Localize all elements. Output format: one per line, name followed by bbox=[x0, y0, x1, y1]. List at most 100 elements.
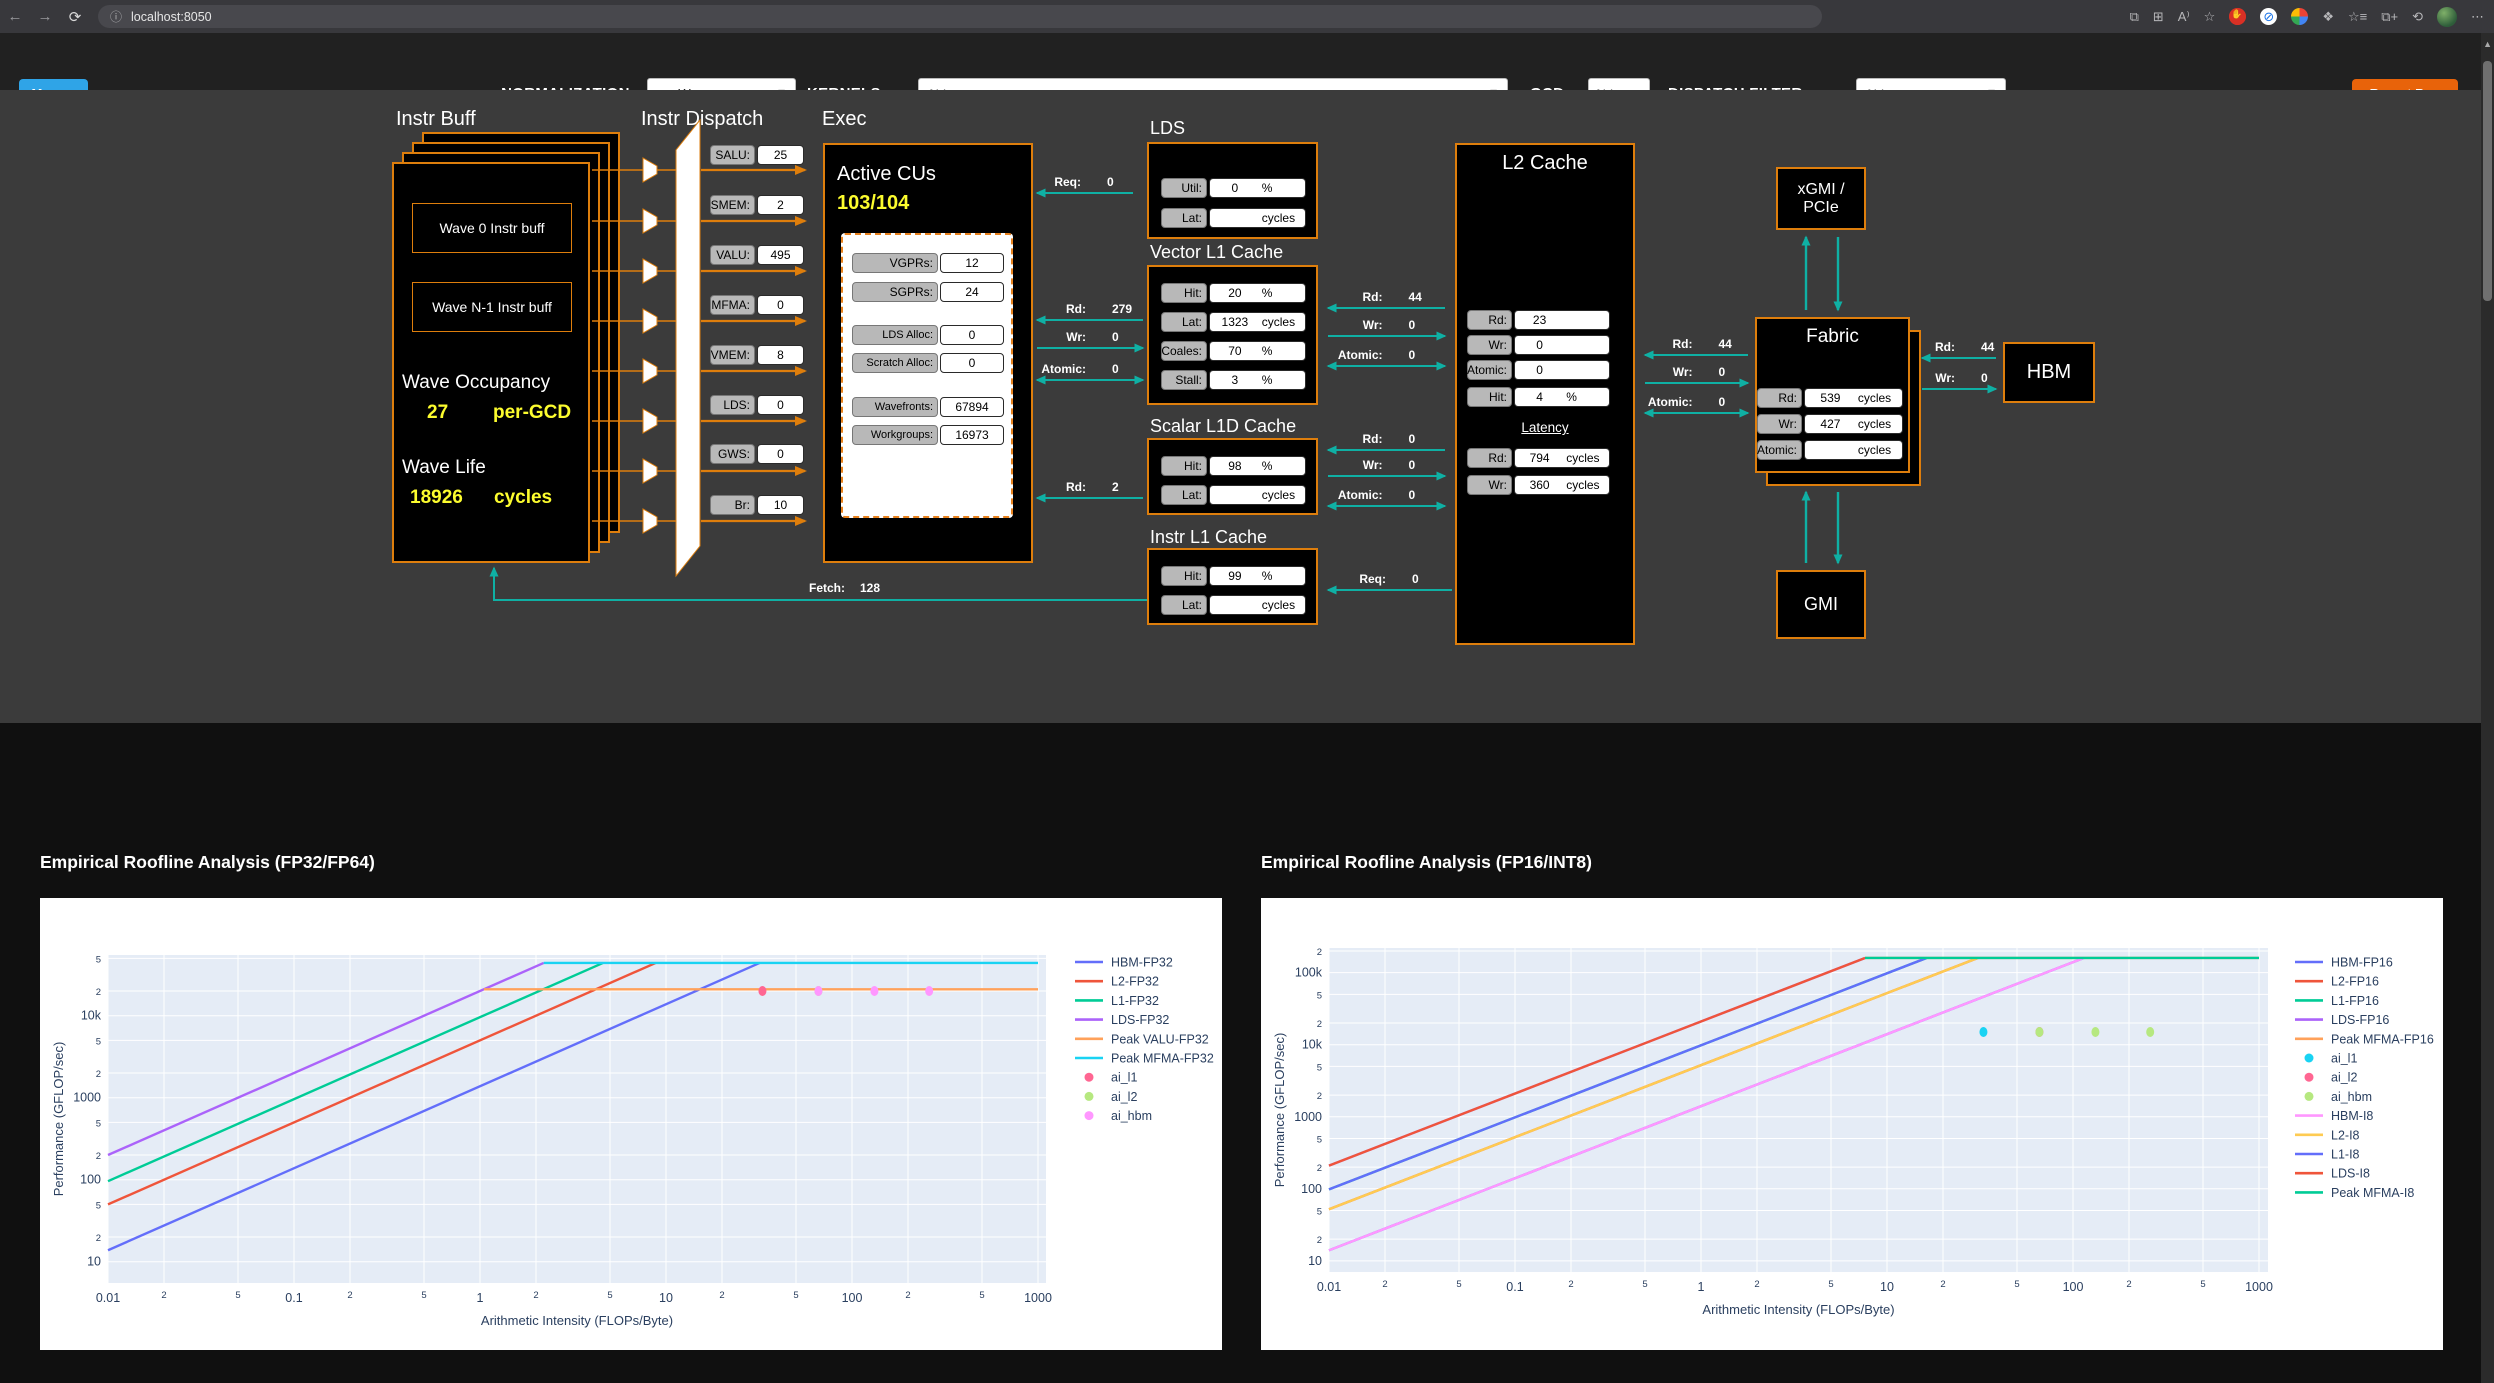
legend-item-L1-FP32[interactable]: L1-FP32 bbox=[1075, 994, 1159, 1008]
counter-label: SGPRs: bbox=[852, 282, 938, 302]
data-point-ai_hbm[interactable] bbox=[2091, 1027, 2099, 1037]
flow-label: 0 bbox=[1409, 488, 1416, 502]
counter-label: GWS: bbox=[710, 444, 755, 464]
legend-item-L1-FP16[interactable]: L1-FP16 bbox=[2295, 994, 2379, 1008]
wave-occupancy-unit: per-GCD bbox=[493, 402, 571, 424]
legend-item-Peak VALU-FP32[interactable]: Peak VALU-FP32 bbox=[1075, 1032, 1209, 1046]
counter-value: 20% bbox=[1209, 283, 1306, 303]
counter-row: Scratch Alloc:0 bbox=[852, 353, 1004, 373]
legend-item-Peak MFMA-FP32[interactable]: Peak MFMA-FP32 bbox=[1075, 1052, 1214, 1066]
svg-text:HBM-I8: HBM-I8 bbox=[2331, 1109, 2373, 1123]
counter-label: Wr: bbox=[1467, 475, 1512, 495]
legend-item-ai_l2[interactable]: ai_l2 bbox=[1085, 1090, 1138, 1104]
counter-value: cycles bbox=[1804, 440, 1903, 460]
legend-item-L1-I8[interactable]: L1-I8 bbox=[2295, 1148, 2360, 1162]
x-tick-label: 5 bbox=[793, 1290, 798, 1301]
counter-value: 794cycles bbox=[1514, 448, 1610, 468]
legend-item-HBM-I8[interactable]: HBM-I8 bbox=[2295, 1109, 2373, 1123]
counter-label: Atomic: bbox=[1467, 360, 1512, 380]
y-tick-label: 10 bbox=[1308, 1254, 1322, 1268]
y-tick-label: 2 bbox=[1317, 1163, 1322, 1174]
svg-text:LDS-FP32: LDS-FP32 bbox=[1111, 1013, 1169, 1027]
counter-value: 12 bbox=[940, 253, 1004, 273]
counter-row: Hit:4% bbox=[1467, 387, 1610, 407]
roofline-fp16-chart[interactable]: 0.01250.12512510251002510001025100251000… bbox=[1261, 898, 2443, 1350]
flow-label: Fetch: bbox=[809, 581, 845, 595]
flow-label: 0 bbox=[1107, 175, 1114, 189]
legend-item-ai_l1[interactable]: ai_l1 bbox=[1085, 1071, 1138, 1085]
data-point-ai_hbm[interactable] bbox=[814, 986, 822, 996]
data-point-ai_hbm[interactable] bbox=[925, 986, 933, 996]
counter-value: 0 bbox=[757, 295, 804, 315]
y-tick-label: 5 bbox=[96, 1200, 101, 1211]
y-tick-label: 1000 bbox=[73, 1091, 101, 1105]
legend-item-L2-FP16[interactable]: L2-FP16 bbox=[2295, 975, 2379, 989]
counter-value: 0 bbox=[1514, 335, 1610, 355]
data-point-ai_hbm[interactable] bbox=[2035, 1027, 2043, 1037]
scrollbar-thumb[interactable] bbox=[2483, 61, 2492, 301]
counter-row: Br:10 bbox=[710, 495, 804, 515]
y-tick-label: 10 bbox=[87, 1255, 101, 1269]
flow-label: Rd: bbox=[1066, 480, 1086, 494]
legend-item-L2-FP32[interactable]: L2-FP32 bbox=[1075, 975, 1159, 989]
data-point-ai_l1[interactable] bbox=[1979, 1027, 1987, 1037]
x-tick-label: 10 bbox=[659, 1291, 673, 1305]
counter-row: MFMA:0 bbox=[710, 295, 804, 315]
svg-text:L2-FP16: L2-FP16 bbox=[2331, 975, 2379, 989]
legend-item-Peak MFMA-FP16[interactable]: Peak MFMA-FP16 bbox=[2295, 1032, 2434, 1046]
hbm-block: HBM bbox=[2003, 342, 2095, 403]
legend-item-ai_hbm[interactable]: ai_hbm bbox=[1085, 1109, 1153, 1123]
flow-label: Rd: bbox=[1935, 340, 1955, 354]
legend-item-ai_hbm[interactable]: ai_hbm bbox=[2305, 1090, 2373, 1104]
svg-text:Peak MFMA-I8: Peak MFMA-I8 bbox=[2331, 1186, 2414, 1200]
svg-text:ai_hbm: ai_hbm bbox=[1111, 1109, 1152, 1123]
y-tick-label: 100k bbox=[1295, 966, 1323, 980]
data-point-ai_hbm[interactable] bbox=[870, 986, 878, 996]
legend-item-Peak MFMA-I8[interactable]: Peak MFMA-I8 bbox=[2295, 1186, 2414, 1200]
flow-label: Atomic: bbox=[1648, 395, 1693, 409]
y-tick-label: 10k bbox=[81, 1009, 102, 1023]
y-tick-label: 5 bbox=[1317, 990, 1322, 1001]
x-tick-label: 5 bbox=[421, 1290, 426, 1301]
flow-label: Atomic: bbox=[1338, 348, 1383, 362]
counter-value: 70% bbox=[1209, 341, 1306, 361]
data-point-ai_l1[interactable] bbox=[758, 986, 766, 996]
counter-label: LDS Alloc: bbox=[852, 325, 938, 345]
l2-latency-header: Latency bbox=[1455, 420, 1635, 435]
x-tick-label: 1000 bbox=[1024, 1291, 1052, 1305]
instr-l1-title: Instr L1 Cache bbox=[1150, 527, 1267, 548]
counter-row: Coales:70% bbox=[1161, 341, 1306, 361]
y-tick-label: 2 bbox=[96, 1151, 101, 1162]
x-axis-title: Arithmetic Intensity (FLOPs/Byte) bbox=[1702, 1302, 1894, 1317]
gmi-block: GMI bbox=[1776, 570, 1866, 639]
counter-label: Util: bbox=[1161, 178, 1207, 198]
legend-item-LDS-FP16[interactable]: LDS-FP16 bbox=[2295, 1013, 2389, 1027]
x-tick-label: 5 bbox=[1456, 1279, 1461, 1290]
flow-label: 0 bbox=[1409, 458, 1416, 472]
wave-occupancy-label: Wave Occupancy bbox=[402, 372, 550, 394]
svg-text:Peak MFMA-FP16: Peak MFMA-FP16 bbox=[2331, 1032, 2434, 1046]
x-tick-label: 0.01 bbox=[1317, 1280, 1341, 1294]
x-tick-label: 2 bbox=[1382, 1279, 1387, 1290]
counter-label: Rd: bbox=[1467, 310, 1512, 330]
vector-l1-title: Vector L1 Cache bbox=[1150, 242, 1283, 263]
counter-label: Stall: bbox=[1161, 370, 1207, 390]
legend-item-HBM-FP32[interactable]: HBM-FP32 bbox=[1075, 956, 1173, 970]
x-tick-label: 1 bbox=[477, 1291, 484, 1305]
counter-value: 2 bbox=[757, 195, 804, 215]
roofline-fp32-chart[interactable]: 0.01250.12512510251002510001025100251000… bbox=[40, 898, 1222, 1350]
page-scrollbar[interactable]: ▲ bbox=[2481, 33, 2494, 1383]
legend-item-LDS-I8[interactable]: LDS-I8 bbox=[2295, 1167, 2370, 1181]
svg-text:ai_l1: ai_l1 bbox=[1111, 1071, 1137, 1085]
counter-value: 0 bbox=[940, 353, 1004, 373]
legend-item-LDS-FP32[interactable]: LDS-FP32 bbox=[1075, 1013, 1169, 1027]
data-point-ai_hbm[interactable] bbox=[2146, 1027, 2154, 1037]
counter-label: Workgroups: bbox=[852, 425, 938, 445]
legend-item-HBM-FP16[interactable]: HBM-FP16 bbox=[2295, 956, 2393, 970]
scroll-up-icon[interactable]: ▲ bbox=[2483, 39, 2492, 49]
legend-item-ai_l2[interactable]: ai_l2 bbox=[2305, 1071, 2358, 1085]
legend-item-L2-I8[interactable]: L2-I8 bbox=[2295, 1128, 2360, 1142]
y-tick-label: 5 bbox=[96, 1118, 101, 1129]
counter-row: VGPRs:12 bbox=[852, 253, 1004, 273]
legend-item-ai_l1[interactable]: ai_l1 bbox=[2305, 1052, 2358, 1066]
